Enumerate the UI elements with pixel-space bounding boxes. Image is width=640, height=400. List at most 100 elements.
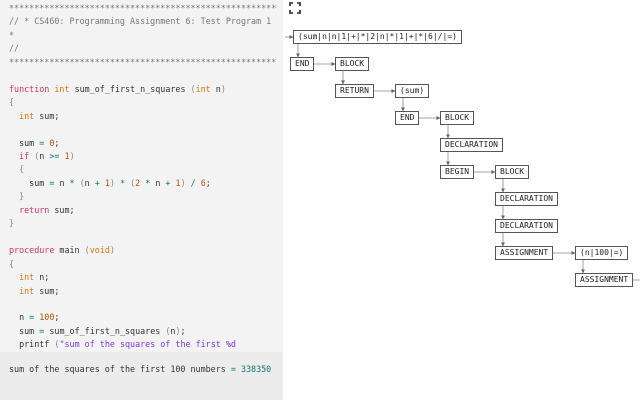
code-token: // * CS460: Programming Assignment 6: Te… [9,16,272,27]
code-token: n [84,177,95,188]
code-token: n [39,150,50,161]
output-value: 338350 [240,364,272,374]
code-line: { [9,163,283,176]
code-line: sum = sum_of_first_n_squares (n); [9,325,283,338]
code-token: if [19,150,35,161]
tree-node-end1[interactable]: END [290,57,315,71]
tree-node-block3[interactable]: BLOCK [495,165,530,179]
tree-node-decl1[interactable]: DECLARATION [440,138,503,152]
code-token: 100 [39,312,55,323]
code-token: ****************************************… [9,56,277,67]
tree-node-block1[interactable]: BLOCK [335,57,370,71]
code-token: = [49,177,60,188]
output-console: sum of the squares of the first 100 numb… [0,352,283,400]
code-token: * [120,177,131,188]
code-token: } [9,218,15,229]
tree-node-block2[interactable]: BLOCK [440,111,475,125]
code-editor[interactable]: ****************************************… [0,0,283,352]
code-token: int [54,83,75,94]
code-token: >= [49,150,65,161]
code-token: { [9,97,15,108]
code-token: return [19,204,55,215]
tree-node-begin1[interactable]: BEGIN [440,165,475,179]
code-token: * [69,177,80,188]
code-token: ; [205,177,211,188]
code-token: sum [9,137,40,148]
code-line: function int sum_of_first_n_squares (int… [9,83,283,96]
code-line: } [9,190,283,203]
code-token: / [190,177,201,188]
tree-node-sum1[interactable]: (sum) [395,84,430,98]
code-line: if (n >= 1) [9,150,283,163]
tree-node-decl2[interactable]: DECLARATION [495,192,558,206]
code-token: { [9,258,15,269]
code-token: * [9,29,15,40]
code-token: n [59,177,70,188]
code-line: // [9,42,283,55]
code-token: ****************************************… [9,3,277,13]
code-token: + [94,177,105,188]
output-text: sum of the squares of the first 100 numb… [9,364,231,374]
code-token: + [165,177,176,188]
code-line: return sum; [9,204,283,217]
code-token: n [9,312,30,323]
code-line: } [9,217,283,230]
code-token: printf [9,339,55,350]
code-line: n = 100; [9,311,283,324]
code-line: procedure main (void) [9,244,283,257]
code-token: { [9,164,25,175]
code-token: function [9,83,55,94]
code-token: = [39,137,50,148]
code-token: void [89,245,110,256]
code-token: ) [220,83,226,94]
code-token: int [19,285,40,296]
code-line: printf ("sum of the squares of the first… [9,338,283,351]
code-token: ) [69,150,75,161]
code-token: 2 [135,177,146,188]
code-token: sum [9,325,40,336]
code-token: ; [54,137,60,148]
tree-node-decl3[interactable]: DECLARATION [495,219,558,233]
tree-node-return1[interactable]: RETURN [335,84,374,98]
output-line: sum of the squares of the first 100 numb… [9,363,271,376]
code-line: ****************************************… [9,2,283,15]
code-token: ) [109,177,120,188]
code-token: n; [39,272,50,283]
code-token: sum_of_first_n_squares [74,83,191,94]
tree-node-end2[interactable]: END [395,111,420,125]
code-token: // [9,43,20,54]
code-token: ; [180,325,186,336]
code-line: { [9,96,283,109]
code-token: } [9,191,25,202]
code-line: // * CS460: Programming Assignment 6: Te… [9,15,283,28]
syntax-tree-panel: (sum|n|n|1|+|*|2|n|*|1|+|*|6|/|=) END BLOC… [283,0,640,400]
code-token: "sum of the squares of the first %d [59,339,236,350]
tree-node-assign2[interactable]: ASSIGNMENT [575,273,634,287]
code-token: sum; [54,204,75,215]
output-equals: = [230,364,241,374]
tree-node-root[interactable]: (sum|n|n|1|+|*|2|n|*|1|+|*|6|/|=) [293,30,462,44]
code-token: main [59,245,85,256]
code-line: sum = n * (n + 1) * (2 * n + 1) / 6; [9,177,283,190]
code-line: ****************************************… [9,56,283,69]
code-token: ) [109,245,115,256]
code-token: = [39,325,50,336]
code-token: ) [180,177,191,188]
code-text[interactable]: ****************************************… [0,0,283,352]
code-token: ; [54,312,60,323]
tree-node-assign1[interactable]: ASSIGNMENT [495,246,554,260]
code-token: = [29,312,40,323]
code-token: procedure [9,245,60,256]
tree-node-expr1[interactable]: (n|100|=) [575,246,629,260]
code-line: int sum; [9,285,283,298]
code-token: int [195,83,216,94]
code-line: sum = 0; [9,137,283,150]
